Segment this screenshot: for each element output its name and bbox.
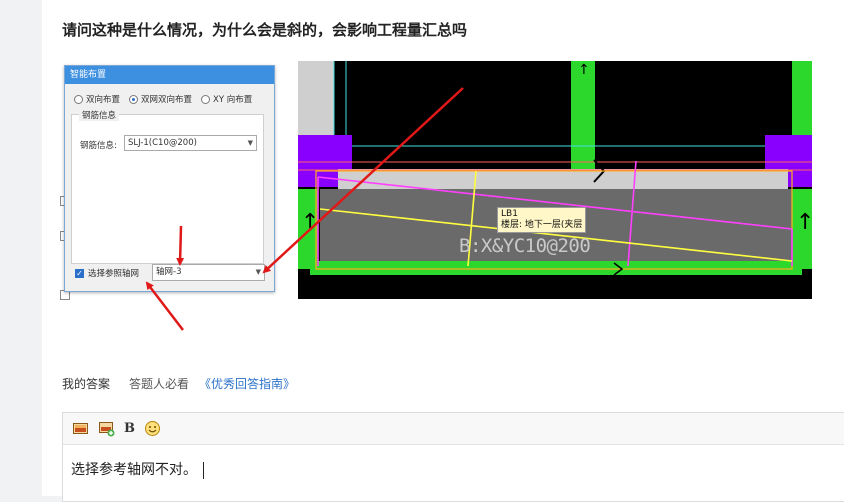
svg-text:↑: ↑ [578,62,590,78]
slab-name: LB1 [501,209,518,219]
radio-double-net[interactable]: 双网双向布置 [129,93,192,105]
tab-must-read[interactable]: 答题人必看 [129,375,189,392]
radio-label: XY 向布置 [213,95,253,105]
text-caret [203,461,204,479]
cad-screenshot: ↑ ↑ ↑ LB1 楼层: 地下一层(夹层 B:X&YC10@200 [298,61,812,299]
answer-editor: B 选择参考轴网不对。 [62,412,844,502]
axis-select[interactable]: 轴网-3 ▼ [152,264,265,281]
editor-body[interactable]: 选择参考轴网不对。 [63,445,844,493]
image-upload-icon[interactable] [98,420,115,437]
radio-dot[interactable] [74,94,83,104]
svg-text:↑: ↑ [301,210,319,235]
radio-dot-selected[interactable] [129,94,139,104]
radio-label: 双网双向布置 [141,95,193,105]
rebar-annotation: B:X&YC10@200 [459,235,591,257]
ref-axis-label: 选择参照轴网 [88,269,140,279]
smart-layout-dialog: 智能布置 双向布置 双网双向布置 XY 向布置 钢筋信息 钢筋信息: SLJ-1… [64,65,275,292]
radio-bidirectional[interactable]: 双向布置 [74,93,120,105]
ref-axis-checkbox-row[interactable]: ✓ 选择参照轴网 [75,267,139,279]
group-caption: 钢筋信息 [79,109,120,121]
radio-dot[interactable] [201,94,211,104]
rebar-label: 钢筋信息: [80,141,117,151]
radio-label: 双向布置 [86,95,121,105]
dialog-title: 智能布置 [65,66,274,84]
editor-toolbar: B [63,413,844,445]
emoji-icon[interactable] [144,420,161,437]
chevron-down-icon[interactable]: ▼ [248,136,253,150]
chevron-down-icon[interactable]: ▼ [256,265,261,280]
radio-xy[interactable]: XY 向布置 [201,93,252,105]
axis-value: 轴网-3 [156,267,182,277]
layout-mode-radios: 双向布置 双网双向布置 XY 向布置 [74,93,252,105]
guide-link[interactable]: 《优秀回答指南》 [199,375,295,392]
tab-my-answer[interactable]: 我的答案 [62,375,110,392]
cad-drawing: ↑ ↑ ↑ [298,61,812,299]
question-title: 请问这种是什么情况，为什么会是斜的，会影响工程量汇总吗 [62,21,468,39]
slab-tooltip: LB1 楼层: 地下一层(夹层 [497,207,587,233]
rebar-value: SLJ-1(C10@200) [128,138,197,148]
bold-button[interactable]: B [124,421,135,436]
svg-text:↑: ↑ [796,210,812,235]
answer-tabs: 我的答案 答题人必看 《优秀回答指南》 [62,375,295,392]
editor-content: 选择参考轴网不对。 [71,462,197,478]
checkbox-checked-icon[interactable]: ✓ [75,268,84,278]
image-icon[interactable] [72,420,89,437]
rebar-select[interactable]: SLJ-1(C10@200) ▼ [124,135,257,151]
slab-floor: 楼层: 地下一层(夹层 [501,220,583,230]
